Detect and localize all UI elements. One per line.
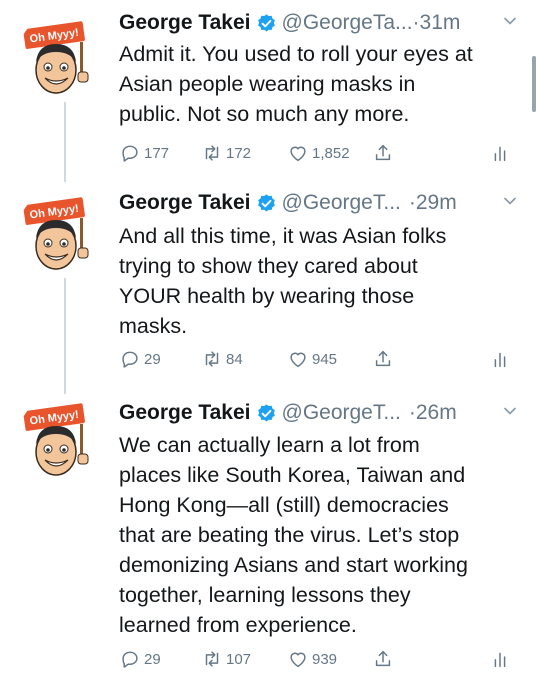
tweet-text-line: learned from experience.	[119, 613, 357, 637]
share-button[interactable]	[372, 648, 397, 670]
reply-icon	[122, 145, 138, 162]
tweet-text-line: YOUR health by wearing those	[119, 284, 415, 308]
share-icon	[375, 650, 391, 667]
reply-icon	[122, 651, 138, 668]
share-button[interactable]	[372, 348, 397, 370]
like-button[interactable]: 1,852	[287, 142, 350, 164]
like-button[interactable]: 939	[287, 648, 337, 670]
like-icon	[290, 352, 306, 368]
retweet-icon	[205, 651, 219, 667]
tweet[interactable]: Oh Myyy! George Takei @GeorgeT... ·26m W…	[0, 394, 540, 688]
george-takei-avatar-icon: Oh Myyy!	[18, 188, 106, 276]
analytics-icon	[494, 146, 506, 162]
tweet-text: And all this time, it was Asian folks tr…	[119, 221, 523, 341]
verified-badge-icon	[256, 403, 277, 424]
tweet-text-line: Admit it. You used to roll your eyes at	[119, 42, 473, 66]
like-count: 939	[312, 650, 338, 668]
like-icon	[290, 146, 306, 162]
retweet-button[interactable]: 84	[201, 348, 243, 370]
tweet-text-line: together, learning lessons they	[119, 583, 411, 607]
tweet-text-line: places like South Korea, Taiwan and	[119, 463, 466, 487]
author-name[interactable]: George Takei	[119, 401, 251, 425]
tweet-header: George Takei @GeorgeT... ·26m	[119, 396, 523, 430]
analytics-icon	[494, 652, 506, 668]
tweet-actions: 29 107 939	[119, 648, 523, 674]
tweet-text-line: public. Not so much any more.	[119, 102, 410, 126]
tweet[interactable]: Oh Myyy! George Takei @GeorgeTa... ·31m …	[0, 0, 540, 178]
analytics-button[interactable]	[489, 648, 514, 670]
author-name[interactable]: George Takei	[119, 191, 251, 215]
tweet-text: We can actually learn a lot from places …	[119, 430, 523, 640]
author-handle[interactable]: @GeorgeT...	[282, 401, 401, 425]
retweet-count: 172	[226, 144, 252, 162]
tweet-header: George Takei @GeorgeT... ·29m	[119, 186, 523, 220]
reply-button[interactable]: 177	[119, 142, 169, 164]
tweet-text-line: And all this time, it was Asian folks	[119, 224, 447, 248]
tweet-text-line: Asian people wearing masks in	[119, 72, 416, 96]
retweet-button[interactable]: 107	[201, 648, 251, 670]
like-count: 945	[312, 350, 338, 368]
tweet[interactable]: Oh Myyy! George Takei @GeorgeT... ·29m A…	[0, 184, 540, 384]
author-handle[interactable]: @GeorgeT...	[282, 191, 401, 215]
avatar[interactable]: Oh Myyy!	[18, 188, 106, 276]
reply-button[interactable]: 29	[119, 648, 161, 670]
share-icon	[375, 144, 391, 161]
reply-count: 177	[144, 144, 170, 162]
analytics-button[interactable]	[489, 348, 514, 370]
tweet-text-line: trying to show they cared about	[119, 254, 418, 278]
share-icon	[375, 350, 391, 367]
retweet-count: 84	[226, 350, 243, 368]
reply-icon	[122, 351, 138, 368]
avatar[interactable]: Oh Myyy!	[18, 394, 106, 482]
share-button[interactable]	[372, 142, 397, 164]
george-takei-avatar-icon: Oh Myyy!	[18, 12, 106, 100]
author-handle[interactable]: @GeorgeTa...	[282, 11, 413, 35]
like-button[interactable]: 945	[287, 348, 337, 370]
tweet-text-line: demonizing Asians and start working	[119, 553, 468, 577]
tweet-text-line: masks.	[119, 314, 188, 338]
tweet-time[interactable]: ·29m	[409, 191, 457, 215]
reply-button[interactable]: 29	[119, 348, 161, 370]
retweet-icon	[205, 351, 219, 367]
tweet-header: George Takei @GeorgeTa... ·31m	[119, 6, 523, 40]
author-name[interactable]: George Takei	[119, 11, 251, 35]
tweet-text: Admit it. You used to roll your eyes at …	[119, 39, 523, 129]
chevron-down-icon[interactable]	[503, 194, 517, 208]
tweet-actions: 29 84 945	[119, 348, 523, 374]
retweet-button[interactable]: 172	[201, 142, 251, 164]
george-takei-avatar-icon: Oh Myyy!	[18, 394, 106, 482]
tweet-actions: 177 172 1,852	[119, 142, 523, 168]
tweet-text-line: We can actually learn a lot from	[119, 433, 420, 457]
tweet-time[interactable]: ·31m	[413, 11, 461, 35]
tweet-text-line: Hong Kong—all (still) democracies	[119, 493, 449, 517]
analytics-icon	[494, 352, 506, 368]
retweet-count: 107	[226, 650, 252, 668]
like-icon	[290, 652, 306, 668]
retweet-icon	[205, 145, 219, 161]
avatar[interactable]: Oh Myyy!	[18, 12, 106, 100]
verified-badge-icon	[256, 13, 277, 34]
chevron-down-icon[interactable]	[503, 404, 517, 418]
chevron-down-icon[interactable]	[503, 14, 517, 28]
reply-count: 29	[144, 350, 161, 368]
like-count: 1,852	[312, 144, 350, 162]
analytics-button[interactable]	[489, 142, 514, 164]
tweet-time[interactable]: ·26m	[409, 401, 457, 425]
tweet-text-line: that are beating the virus. Let’s stop	[119, 523, 460, 547]
verified-badge-icon	[256, 193, 277, 214]
reply-count: 29	[144, 650, 161, 668]
